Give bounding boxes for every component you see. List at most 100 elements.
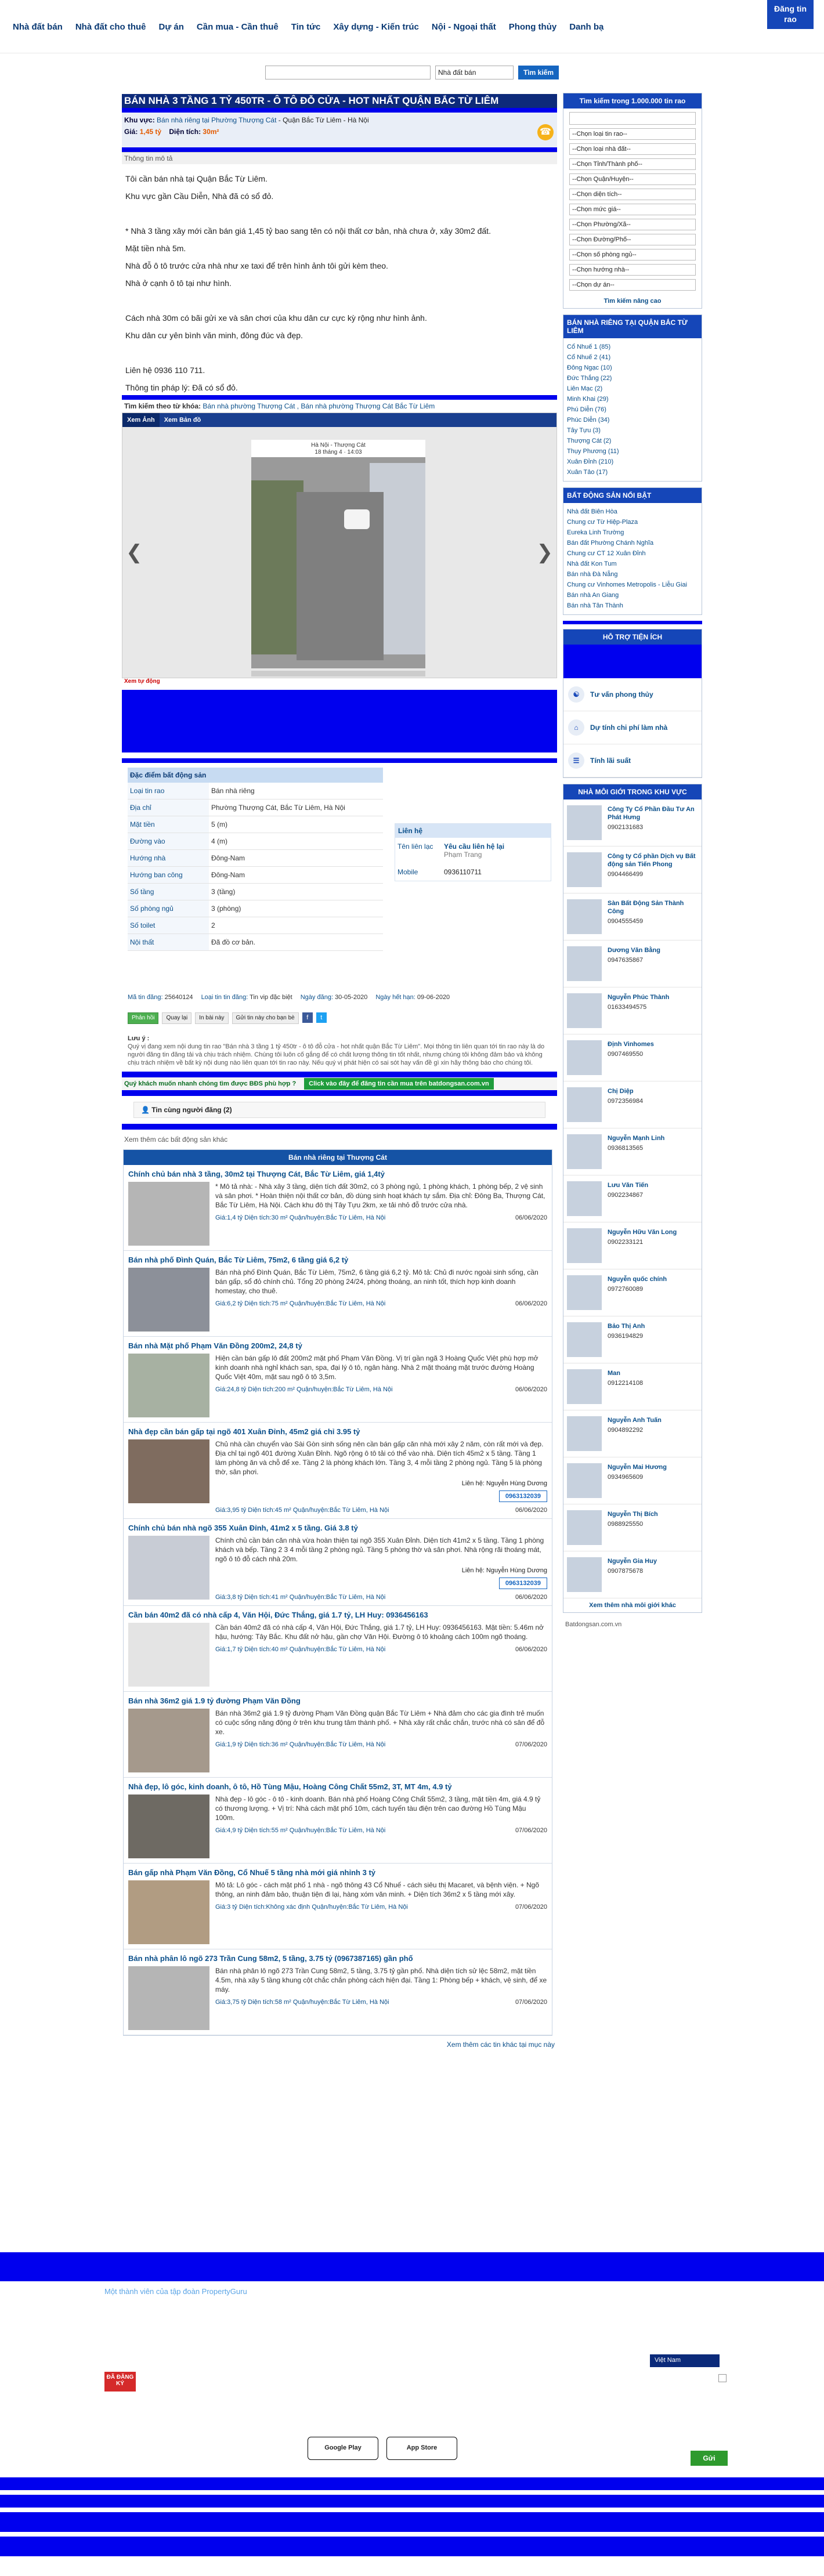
district-link[interactable]: Tây Tựu (3) [567, 425, 698, 436]
broker-item[interactable]: Nguyễn Gia Huy 0907875678 [563, 1551, 702, 1598]
advanced-search-link[interactable]: Tìm kiếm nâng cao [563, 294, 702, 308]
broker-name[interactable]: Chị Diệp [608, 1087, 643, 1095]
related-listing-thumb[interactable] [128, 1623, 209, 1687]
featured-link[interactable]: Nhà đất Biên Hòa [567, 506, 698, 517]
tab-map[interactable]: Xem Bản đồ [160, 413, 206, 427]
related-listing-thumb[interactable] [128, 1439, 209, 1503]
related-listing-title[interactable]: Bán nhà 36m2 giá 1.9 tỷ đường Phạm Văn Đ… [128, 1696, 547, 1705]
related-listing-title[interactable]: Nhà đẹp, lô góc, kinh doanh, ô tô, Hồ Tù… [128, 1782, 547, 1791]
broker-item[interactable]: Công ty Cổ phần Dịch vụ Bất động sản Tiế… [563, 846, 702, 893]
broker-item[interactable]: Nguyễn Hữu Văn Long 0902233121 [563, 1222, 702, 1269]
broker-name[interactable]: Nguyễn Anh Tuấn [608, 1416, 662, 1424]
featured-link[interactable]: Chung cư Từ Hiệp-Plaza [567, 517, 698, 527]
post-request-button[interactable]: Click vào đây để đăng tin cần mua trên b… [304, 1078, 494, 1090]
nav-item[interactable]: Nhà đất bán [13, 22, 63, 32]
nav-item[interactable]: Xây dựng - Kiến trúc [333, 22, 419, 32]
related-listing-title[interactable]: Cần bán 40m2 đã có nhà cấp 4, Văn Hội, Đ… [128, 1611, 547, 1619]
sidebar-select[interactable]: --Chọn mức giá-- [569, 204, 696, 215]
broker-name[interactable]: Nguyễn quốc chính [608, 1275, 667, 1283]
district-link[interactable]: Thượng Cát (2) [567, 436, 698, 446]
featured-link[interactable]: Chung cư CT 12 Xuân Đỉnh [567, 548, 698, 559]
district-link[interactable]: Thụy Phương (11) [567, 446, 698, 457]
more-listings-link[interactable]: Xem thêm các tin khác tại mục này [122, 2036, 557, 2053]
sidebar-search-input[interactable] [569, 112, 696, 125]
broker-name[interactable]: Dương Văn Bằng [608, 946, 660, 954]
sidebar-select[interactable]: --Chọn hướng nhà-- [569, 264, 696, 276]
nav-item[interactable]: Nội - Ngoại thất [432, 22, 496, 32]
featured-link[interactable]: Eureka Linh Trường [567, 527, 698, 538]
broker-name[interactable]: Định Vinhomes [608, 1040, 654, 1048]
contact-phone[interactable]: 0936110711 [444, 868, 482, 876]
related-listing-title[interactable]: Bán nhà phân lô ngõ 273 Trần Cung 58m2, … [128, 1954, 547, 1963]
broker-name[interactable]: Sàn Bất Động Sản Thành Công [608, 899, 698, 916]
broker-item[interactable]: Bảo Thị Anh 0936194829 [563, 1316, 702, 1363]
tab-photos[interactable]: Xem Ảnh [122, 413, 160, 427]
search-type-select[interactable]: Nhà đất bán [435, 66, 514, 79]
area-link[interactable]: Bán nhà riêng tại Phường Thượng Cát [157, 116, 276, 124]
keywords-links[interactable]: Bán nhà phường Thượng Cát , Bán nhà phườ… [203, 402, 435, 410]
broker-item[interactable]: Lưu Văn Tiến 0902234867 [563, 1175, 702, 1222]
broker-name[interactable]: Man [608, 1369, 643, 1377]
sidebar-select[interactable]: --Chọn Phường/Xã-- [569, 219, 696, 230]
related-listing-thumb[interactable] [128, 1966, 209, 2030]
related-listing-title[interactable]: Nhà đẹp cần bán gấp tại ngõ 401 Xuân Đỉn… [128, 1427, 547, 1436]
broker-name[interactable]: Công ty Cổ phần Dịch vụ Bất động sản Tiế… [608, 852, 698, 869]
broker-item[interactable]: Định Vinhomes 0907469550 [563, 1034, 702, 1081]
related-listing-phone[interactable]: 0963132039 [498, 1490, 547, 1502]
district-link[interactable]: Cổ Nhuế 2 (41) [567, 352, 698, 363]
featured-link[interactable]: Bán đất Phường Chánh Nghĩa [567, 538, 698, 548]
send-button[interactable]: Gửi [691, 2451, 728, 2466]
related-listing-thumb[interactable] [128, 1354, 209, 1417]
featured-link[interactable]: Nhà đất Kon Tum [567, 559, 698, 569]
utility-item[interactable]: ⌂ Dự tính chi phí làm nhà [563, 711, 702, 744]
registered-badge[interactable]: ĐÃ ĐĂNG KÝ [104, 2372, 136, 2392]
sidebar-select[interactable]: --Chọn loại nhà đất-- [569, 143, 696, 155]
broker-name[interactable]: Nguyễn Hữu Văn Long [608, 1228, 677, 1236]
nav-item[interactable]: Tin tức [291, 22, 321, 32]
broker-item[interactable]: Nguyễn quốc chính 0972760089 [563, 1269, 702, 1316]
broker-name[interactable]: Lưu Văn Tiến [608, 1181, 648, 1189]
language-select[interactable]: Việt Nam [650, 2354, 720, 2367]
broker-name[interactable]: Bảo Thị Anh [608, 1322, 645, 1330]
district-link[interactable]: Cổ Nhuế 1 (85) [567, 342, 698, 352]
sidebar-select[interactable]: --Chọn loại tin rao-- [569, 128, 696, 140]
broker-name[interactable]: Nguyễn Gia Huy [608, 1557, 657, 1565]
broker-name[interactable]: Công Ty Cổ Phần Đầu Tư An Phát Hưng [608, 805, 698, 822]
sidebar-select[interactable]: --Chọn số phòng ngủ-- [569, 249, 696, 261]
search-input[interactable] [265, 66, 431, 79]
related-listing-title[interactable]: Chính chủ bán nhà ngõ 355 Xuân Đỉnh, 41m… [128, 1524, 547, 1532]
broker-name[interactable]: Nguyễn Mạnh Linh [608, 1134, 664, 1142]
related-listing-title[interactable]: Chính chủ bán nhà 3 tầng, 30m2 tại Thượn… [128, 1170, 547, 1178]
district-link[interactable]: Liên Mạc (2) [567, 383, 698, 394]
sidebar-select[interactable]: --Chọn diện tích-- [569, 189, 696, 200]
related-listing-thumb[interactable] [128, 1709, 209, 1772]
district-link[interactable]: Đức Thắng (22) [567, 373, 698, 383]
prev-arrow-icon[interactable]: ❮ [126, 541, 143, 564]
broker-item[interactable]: Dương Văn Bằng 0947635867 [563, 940, 702, 987]
app-store-button[interactable]: App Store [386, 2437, 457, 2460]
send-to-friend-button[interactable]: Gửi tin này cho bạn bè [232, 1012, 299, 1024]
search-button[interactable]: Tìm kiếm [518, 66, 559, 79]
back-button[interactable]: Quay lại [162, 1012, 192, 1024]
post-listing-button[interactable]: Đăng tin rao [767, 0, 814, 29]
broker-item[interactable]: Công Ty Cổ Phần Đầu Tư An Phát Hưng 09021… [563, 799, 702, 846]
nav-item[interactable]: Phong thủy [509, 22, 557, 32]
print-button[interactable]: In bài này [195, 1012, 229, 1024]
utility-item[interactable]: ☰ Tính lãi suất [563, 744, 702, 777]
same-poster-listings[interactable]: 👤 Tin cùng người đăng (2) [133, 1102, 545, 1118]
district-link[interactable]: Xuân Đỉnh (210) [567, 457, 698, 467]
related-listing-title[interactable]: Bán gấp nhà Phạm Văn Đồng, Cổ Nhuế 5 tần… [128, 1868, 547, 1877]
district-link[interactable]: Phúc Diễn (34) [567, 415, 698, 425]
related-listing-phone[interactable]: 0963132039 [498, 1578, 547, 1589]
contact-request-link[interactable]: Yêu cầu liên hệ lại [444, 842, 504, 851]
nav-item[interactable]: Nhà đất cho thuê [75, 22, 146, 32]
nav-item[interactable]: Dự án [159, 22, 184, 32]
sidebar-select[interactable]: --Chọn dự án-- [569, 279, 696, 291]
district-link[interactable]: Minh Khai (29) [567, 394, 698, 404]
broker-item[interactable]: Nguyễn Phúc Thành 01633494575 [563, 987, 702, 1034]
related-listing-thumb[interactable] [128, 1182, 209, 1246]
related-listing-thumb[interactable] [128, 1268, 209, 1332]
autoplay-toggle[interactable]: Xem tự động [122, 678, 557, 686]
bell-icon[interactable]: ☎ [537, 124, 554, 140]
feedback-button[interactable]: Phản hồi [128, 1012, 159, 1024]
